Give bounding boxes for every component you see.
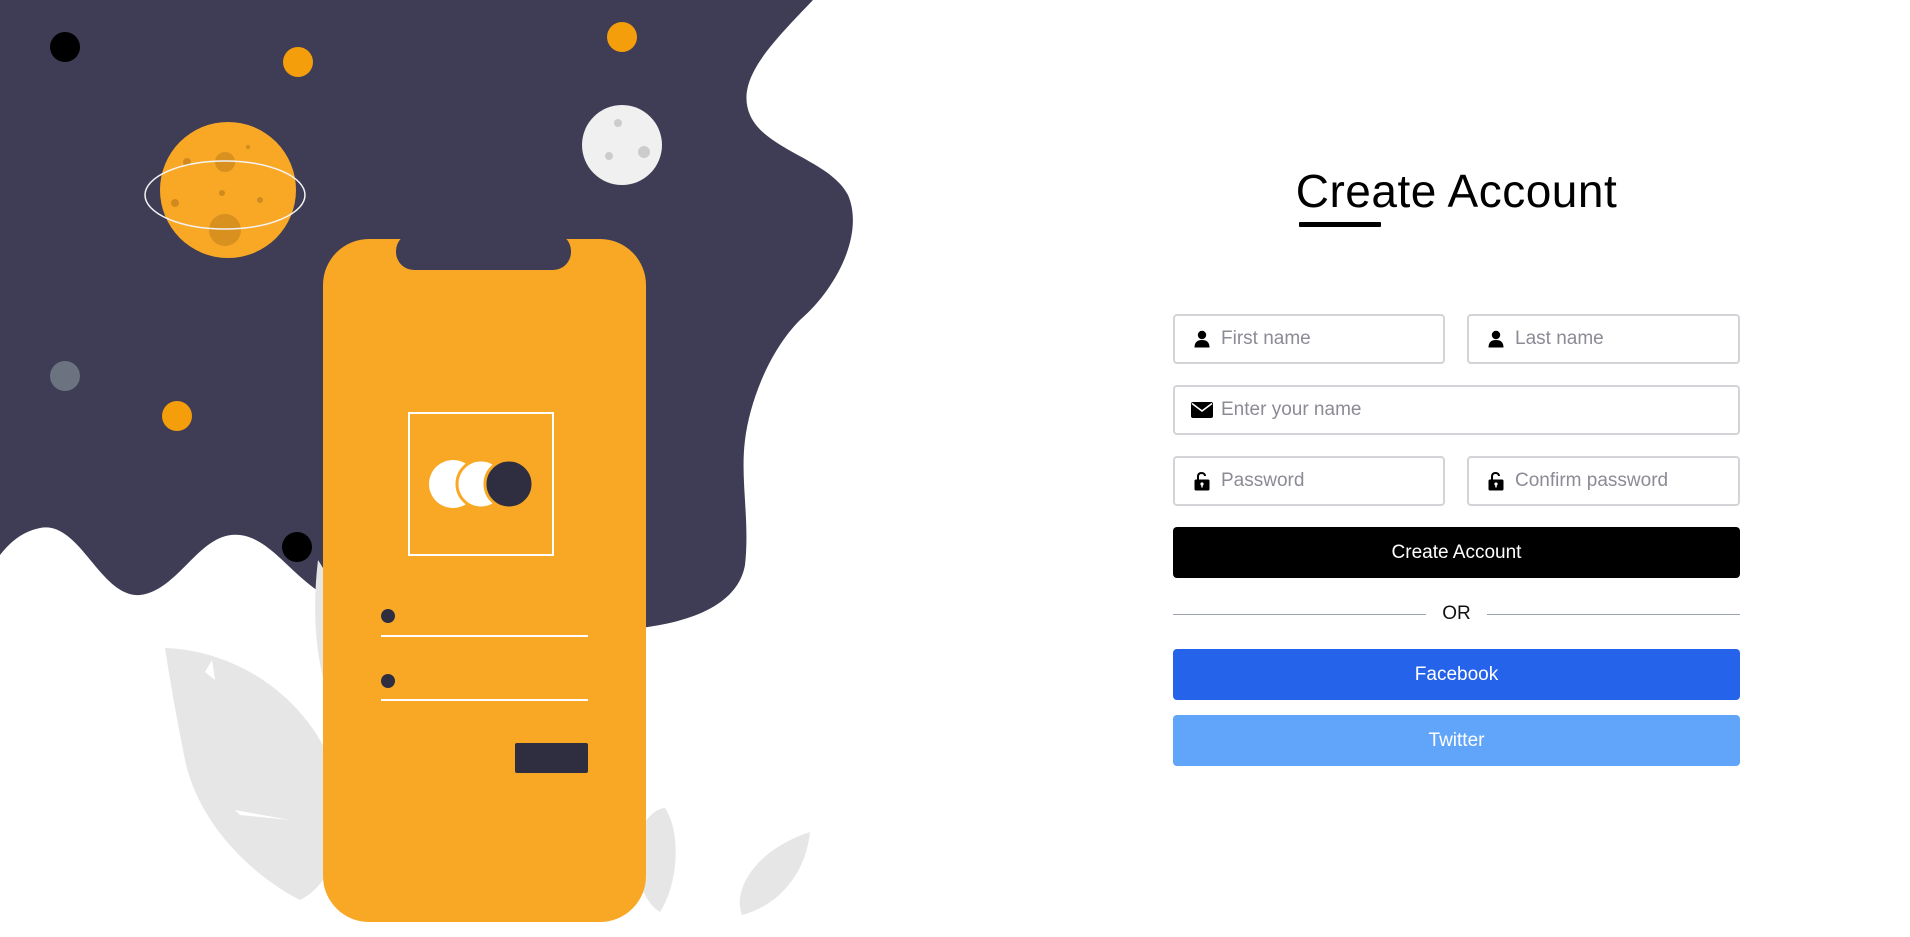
moon-crater-2 bbox=[638, 146, 650, 158]
confirm-password-input[interactable] bbox=[1515, 470, 1738, 492]
facebook-button[interactable]: Facebook bbox=[1173, 649, 1740, 700]
last-name-input[interactable] bbox=[1515, 328, 1738, 350]
divider-text: OR bbox=[1442, 603, 1471, 624]
divider-line-right bbox=[1486, 613, 1740, 615]
moon bbox=[582, 105, 662, 185]
phone-button bbox=[515, 743, 588, 773]
planet-crater-7 bbox=[246, 145, 250, 149]
first-name-input[interactable] bbox=[1221, 328, 1443, 350]
planet-crater-1 bbox=[215, 152, 235, 172]
dot-black-1 bbox=[50, 32, 80, 62]
password-input[interactable] bbox=[1221, 470, 1443, 492]
email-field[interactable] bbox=[1173, 385, 1740, 435]
user-icon bbox=[1191, 328, 1213, 350]
planet-crater-4 bbox=[171, 199, 179, 207]
last-name-field[interactable] bbox=[1467, 314, 1740, 364]
twitter-button[interactable]: Twitter bbox=[1173, 715, 1740, 766]
leaf-right-2 bbox=[739, 832, 810, 915]
page-title: Create Account bbox=[1295, 165, 1618, 217]
confirm-password-field[interactable] bbox=[1467, 456, 1740, 506]
phone-field-dot-1 bbox=[381, 609, 395, 623]
planet-crater-6 bbox=[257, 197, 263, 203]
divider-line-left bbox=[1173, 613, 1427, 615]
envelope-icon bbox=[1191, 399, 1213, 421]
leaf-left bbox=[165, 648, 340, 900]
password-field[interactable] bbox=[1173, 456, 1445, 506]
phone-field-dot-2 bbox=[381, 674, 395, 688]
moon-crater-3 bbox=[605, 152, 613, 160]
dot-orange-1 bbox=[283, 47, 313, 77]
dot-orange-3 bbox=[162, 401, 192, 431]
planet-crater-5 bbox=[219, 190, 225, 196]
user-icon bbox=[1485, 328, 1507, 350]
moon-crater-1 bbox=[614, 119, 622, 127]
phone-body bbox=[323, 239, 646, 922]
phone-notch bbox=[396, 233, 571, 270]
title-underline bbox=[1299, 222, 1381, 227]
create-account-button[interactable]: Create Account bbox=[1173, 527, 1740, 578]
dot-gray-1 bbox=[50, 361, 80, 391]
signup-page: Create Account First name Last name Ente… bbox=[0, 0, 1910, 937]
dot-orange-2 bbox=[607, 22, 637, 52]
first-name-field[interactable] bbox=[1173, 314, 1445, 364]
unlock-icon bbox=[1191, 470, 1213, 492]
or-divider: OR bbox=[1173, 602, 1740, 626]
unlock-icon bbox=[1485, 470, 1507, 492]
signup-illustration bbox=[0, 0, 860, 937]
planet-crater-2 bbox=[209, 214, 241, 246]
phone-logo-circle-3 bbox=[483, 458, 535, 510]
space-phone-illustration bbox=[0, 0, 853, 922]
dot-black-2 bbox=[282, 532, 312, 562]
email-input[interactable] bbox=[1221, 399, 1738, 421]
